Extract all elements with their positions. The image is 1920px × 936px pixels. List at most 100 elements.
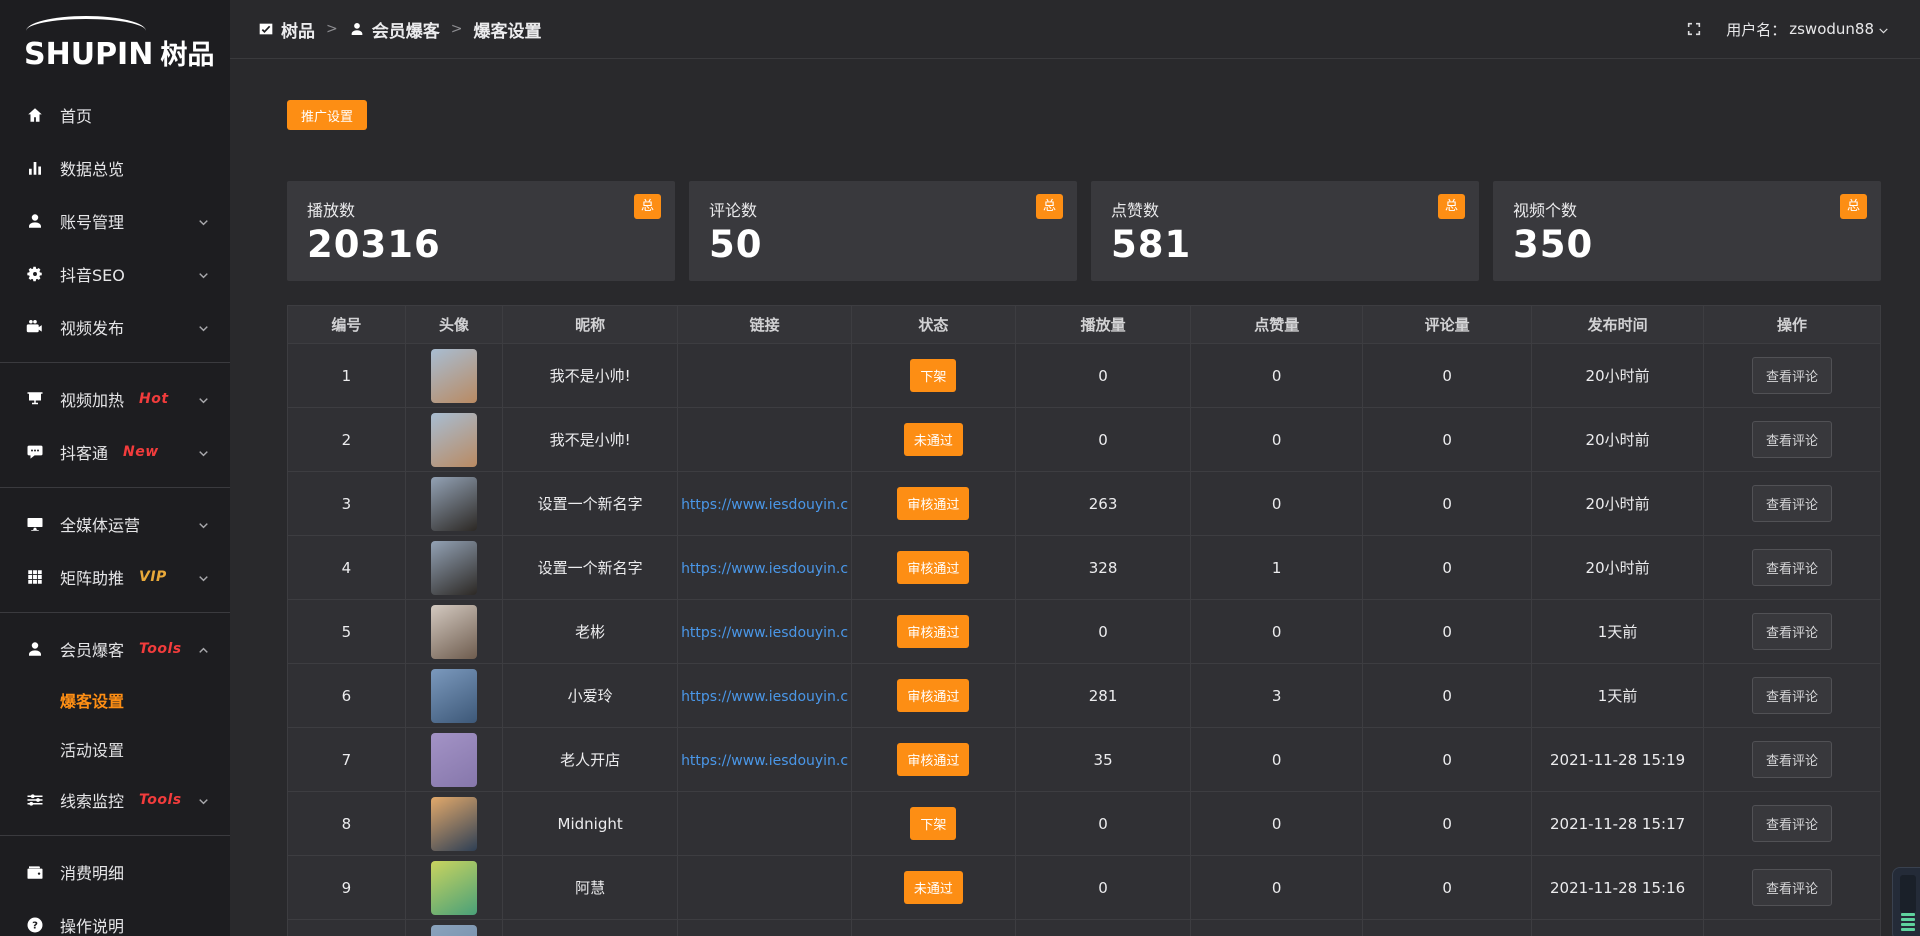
- view-comments-button[interactable]: 查看评论: [1752, 485, 1832, 522]
- view-comments-button[interactable]: 查看评论: [1752, 613, 1832, 650]
- stat-card-value: 350: [1513, 223, 1861, 266]
- cell-nickname: 老彬: [503, 600, 678, 664]
- sidebar-item[interactable]: 全媒体运营: [0, 497, 230, 550]
- view-comments-button[interactable]: 查看评论: [1752, 357, 1832, 394]
- cell-time: 20小时前: [1532, 536, 1704, 600]
- view-comments-button[interactable]: 查看评论: [1752, 677, 1832, 714]
- sidebar-divider: [0, 487, 230, 488]
- video-link[interactable]: https://www.iesdouyin.c: [681, 753, 848, 769]
- sidebar-subitem[interactable]: 爆客设置: [0, 675, 230, 724]
- username-label: 用户名：: [1726, 19, 1786, 40]
- sidebar-item[interactable]: 抖音SEO: [0, 247, 230, 300]
- breadcrumb-label: 会员爆客: [372, 17, 440, 42]
- video-link[interactable]: https://www.iesdouyin.c: [681, 561, 848, 577]
- view-comments-button[interactable]: 查看评论: [1752, 549, 1832, 586]
- cell-nickname: 老人开店: [503, 728, 678, 792]
- sidebar-item-badge: VIP: [139, 569, 167, 585]
- breadcrumb-item[interactable]: 会员爆客: [349, 17, 440, 42]
- cell-time: 20小时前: [1532, 472, 1704, 536]
- chevron-down-icon: [197, 214, 210, 227]
- green-bars-icon: [1901, 913, 1915, 931]
- cell-status: 未通过: [851, 856, 1015, 920]
- wallet-icon: [26, 863, 44, 881]
- sidebar-item[interactable]: 抖客通New: [0, 425, 230, 478]
- table-column-header: 编号: [288, 306, 406, 344]
- floating-helper-widget[interactable]: [1892, 867, 1920, 936]
- video-link[interactable]: https://www.iesdouyin.c: [681, 497, 848, 513]
- breadcrumb-label: 爆客设置: [473, 17, 541, 42]
- status-button[interactable]: 审核通过: [897, 551, 969, 584]
- avatar: [431, 797, 477, 851]
- cell-status: 审核通过: [851, 728, 1015, 792]
- table-row: 9阿慧未通过0002021-11-28 15:16查看评论: [288, 856, 1881, 920]
- stat-card-value: 20316: [307, 223, 655, 266]
- view-comments-button[interactable]: 查看评论: [1752, 805, 1832, 842]
- status-button[interactable]: 下架: [910, 359, 956, 392]
- avatar: [431, 413, 477, 467]
- cell-comments: 0: [1363, 792, 1532, 856]
- cell-plays: 263: [1015, 472, 1190, 536]
- cell-action: [1704, 920, 1881, 936]
- view-comments-button[interactable]: 查看评论: [1752, 741, 1832, 778]
- sidebar-item-badge: New: [123, 444, 159, 460]
- sidebar: SHUPIN 树品 首页数据总览账号管理抖音SEO视频发布视频加热Hot抖客通N…: [0, 0, 230, 936]
- user-menu[interactable]: 用户名：zswodun88: [1726, 19, 1890, 40]
- promo-settings-button[interactable]: 推广设置: [287, 100, 367, 130]
- video-link[interactable]: https://www.iesdouyin.c: [681, 625, 848, 641]
- sidebar-item[interactable]: 消费明细: [0, 845, 230, 898]
- sidebar-item-label: 首页: [60, 103, 92, 127]
- sidebar-item[interactable]: 会员爆客Tools: [0, 622, 230, 675]
- table-row: 2我不是小帅!未通过00020小时前查看评论: [288, 408, 1881, 472]
- sidebar-item[interactable]: 账号管理: [0, 194, 230, 247]
- status-button[interactable]: 未通过: [904, 871, 963, 904]
- sidebar-item-badge: Hot: [139, 391, 169, 407]
- cell-avatar: [405, 536, 502, 600]
- cell-time: 1天前: [1532, 600, 1704, 664]
- cell-link: [678, 856, 852, 920]
- video-camera-icon: [26, 318, 44, 336]
- cell-likes: 0: [1191, 344, 1363, 408]
- cell-plays: 0: [1015, 600, 1190, 664]
- cell-action: 查看评论: [1704, 728, 1881, 792]
- sidebar-item[interactable]: ?操作说明: [0, 898, 230, 936]
- sidebar-item[interactable]: 矩阵助推 VIP: [0, 550, 230, 603]
- status-button[interactable]: 未通过: [904, 423, 963, 456]
- chevron-down-icon: [197, 517, 210, 530]
- cell-plays: 35: [1015, 728, 1190, 792]
- view-comments-button[interactable]: 查看评论: [1752, 869, 1832, 906]
- sidebar-item-label: 矩阵助推: [60, 565, 124, 589]
- grid-icon: [26, 568, 44, 586]
- sidebar-subitem[interactable]: 活动设置: [0, 724, 230, 773]
- status-button[interactable]: 审核通过: [897, 615, 969, 648]
- cell-action: 查看评论: [1704, 408, 1881, 472]
- sidebar-item[interactable]: 首页: [0, 88, 230, 141]
- status-button[interactable]: 审核通过: [897, 743, 969, 776]
- cell-avatar: [405, 600, 502, 664]
- breadcrumb-item[interactable]: 树品: [258, 17, 315, 42]
- sidebar-item[interactable]: 线索监控Tools: [0, 773, 230, 826]
- status-button[interactable]: 审核通过: [897, 487, 969, 520]
- status-button[interactable]: 审核通过: [897, 679, 969, 712]
- stat-card-label: 播放数: [307, 197, 655, 221]
- view-comments-button[interactable]: 查看评论: [1752, 421, 1832, 458]
- table-column-header: 播放量: [1015, 306, 1190, 344]
- sidebar-item[interactable]: 数据总览: [0, 141, 230, 194]
- cell-link: https://www.iesdouyin.c: [678, 600, 852, 664]
- table-column-header: 链接: [678, 306, 852, 344]
- table-row: [288, 920, 1881, 936]
- status-button[interactable]: 下架: [910, 807, 956, 840]
- video-link[interactable]: https://www.iesdouyin.c: [681, 689, 848, 705]
- breadcrumb-label: 树品: [281, 17, 315, 42]
- sidebar-item[interactable]: 视频发布: [0, 300, 230, 353]
- table-header-row: 编号头像昵称链接状态播放量点赞量评论量发布时间操作: [288, 306, 1881, 344]
- sidebar-item-badge: Tools: [139, 792, 182, 808]
- sidebar-item[interactable]: 视频加热Hot: [0, 372, 230, 425]
- cell-id: 6: [288, 664, 406, 728]
- fullscreen-icon[interactable]: [1686, 21, 1702, 37]
- breadcrumb-item[interactable]: 爆客设置: [473, 17, 541, 42]
- table-row: 7老人开店https://www.iesdouyin.c审核通过35002021…: [288, 728, 1881, 792]
- topbar-right: 用户名：zswodun88: [1686, 19, 1890, 40]
- cell-link: https://www.iesdouyin.c: [678, 664, 852, 728]
- table-column-header: 评论量: [1363, 306, 1532, 344]
- cell-link: https://www.iesdouyin.c: [678, 728, 852, 792]
